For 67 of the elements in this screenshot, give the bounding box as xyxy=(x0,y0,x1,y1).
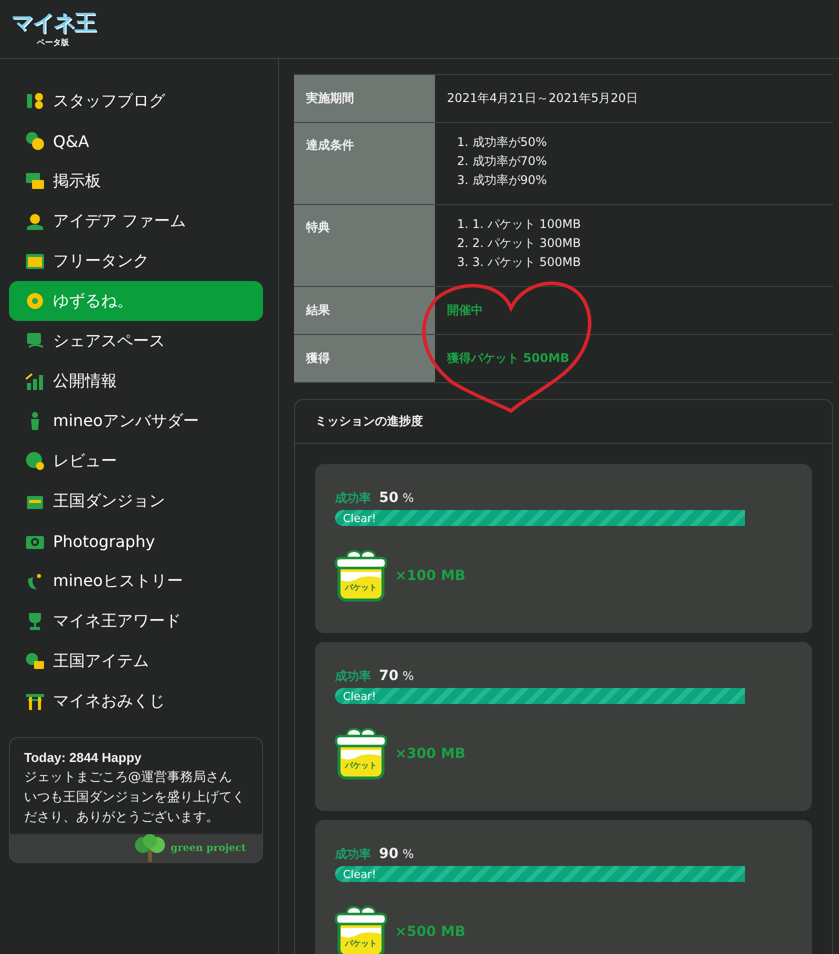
project-label: green project xyxy=(170,842,246,854)
list-item: 1. 成功率が50% xyxy=(457,134,548,151)
rate-value: 50 xyxy=(379,490,398,506)
detail-value: 開催中 xyxy=(447,302,484,319)
today-title: Today: 2844 Happy xyxy=(24,749,143,767)
menu-icon xyxy=(25,91,45,111)
sidebar-item[interactable]: レビュー xyxy=(9,441,263,481)
menu-icon xyxy=(25,291,45,311)
detail-value: 獲得パケット 500MB xyxy=(447,350,570,367)
detail-value: 2021年4月21日～2021年5月20日 xyxy=(447,90,639,107)
panel-title: ミッションの進捗度 xyxy=(315,413,423,430)
rate-label: 成功率 xyxy=(335,668,371,685)
menu-icon xyxy=(25,691,45,711)
sidebar-item[interactable]: ゆずるね。 xyxy=(9,281,263,321)
menu-icon xyxy=(25,371,45,391)
sidebar-item[interactable]: シェアスペース xyxy=(9,321,263,361)
reward-amount: ×500 MB xyxy=(395,924,466,940)
sidebar-item[interactable]: マイネ王アワード xyxy=(9,601,263,641)
gift-icon xyxy=(335,728,387,780)
list-item: 3. 3. パケット 500MB xyxy=(457,254,582,271)
list-item: 2. 成功率が70% xyxy=(457,153,548,170)
menu-icon xyxy=(25,171,45,191)
sidebar-item[interactable]: Q&A xyxy=(9,121,263,161)
list-item: 1. 1. パケット 100MB xyxy=(457,216,582,233)
sidebar-item[interactable]: 公開情報 xyxy=(9,361,263,401)
list-item: 3. 成功率が90% xyxy=(457,172,548,189)
menu-icon xyxy=(25,211,45,231)
rate-label: 成功率 xyxy=(335,490,371,507)
menu-icon xyxy=(25,251,45,271)
reward-amount: ×100 MB xyxy=(395,568,466,584)
rate-value: 90 xyxy=(379,846,398,862)
menu-icon xyxy=(25,331,45,351)
detail-label: 獲得 xyxy=(306,351,330,365)
sidebar-item[interactable]: アイデア ファーム xyxy=(9,201,263,241)
gift-label: パケット xyxy=(344,760,378,771)
gift-label: パケット xyxy=(344,938,378,949)
logo-subtitle: ベータ版 xyxy=(37,36,69,48)
gift-label: パケット xyxy=(344,582,378,593)
reward-amount: ×300 MB xyxy=(395,746,466,762)
gift-icon xyxy=(335,906,387,954)
sidebar-item[interactable]: 掲示板 xyxy=(9,161,263,201)
tree-icon xyxy=(132,834,167,862)
today-message: ジェットまごころ@運営事務局さん xyxy=(24,769,233,787)
menu-icon xyxy=(25,131,45,151)
rate-unit: % xyxy=(402,847,414,861)
menu-icon xyxy=(25,651,45,671)
menu-icon xyxy=(25,451,45,471)
sidebar-item[interactable]: フリータンク xyxy=(9,241,263,281)
sidebar-item[interactable]: 王国アイテム xyxy=(9,641,263,681)
rate-label: 成功率 xyxy=(335,846,371,863)
today-message: いつも王国ダンジョンを盛り上げてくださり、ありがとうございます。 xyxy=(24,789,246,827)
detail-label: 結果 xyxy=(306,303,330,317)
sidebar-item[interactable]: スタッフブログ xyxy=(9,81,263,121)
rate-unit: % xyxy=(402,669,414,683)
detail-label: 達成条件 xyxy=(306,138,354,152)
list-item: 2. 2. パケット 300MB xyxy=(457,235,582,252)
logo-title[interactable]: マイネ王 xyxy=(12,10,94,36)
sidebar-item[interactable]: Photography xyxy=(9,521,263,561)
detail-label: 実施期間 xyxy=(306,91,354,105)
rate-value: 70 xyxy=(379,668,398,684)
rate-unit: % xyxy=(402,491,414,505)
sidebar-item[interactable]: mineoヒストリー xyxy=(9,561,263,601)
sidebar-item[interactable]: 王国ダンジョン xyxy=(9,481,263,521)
sidebar-item[interactable]: mineoアンバサダー xyxy=(9,401,263,441)
detail-label: 特典 xyxy=(306,220,330,234)
sidebar-item[interactable]: マイネおみくじ xyxy=(9,681,263,721)
gift-icon xyxy=(335,550,387,602)
